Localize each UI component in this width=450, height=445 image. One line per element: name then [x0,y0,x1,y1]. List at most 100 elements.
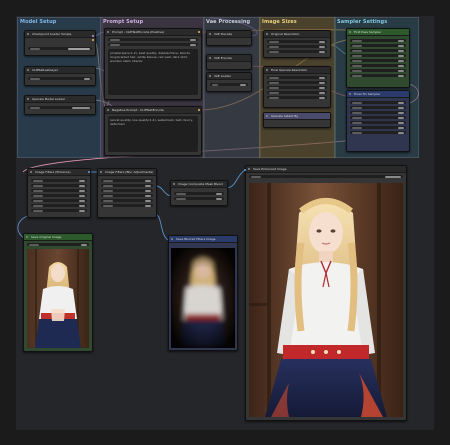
node-title: Upscale Model Loader [32,97,66,101]
blur-radius-widget[interactable] [101,199,153,202]
socket-model-out[interactable] [92,35,94,37]
node-negative-prompt[interactable]: Negative Prompt - CLIPTextEncode (worst … [104,106,202,156]
socket-image-out[interactable] [88,171,90,173]
edge-widget[interactable] [31,209,87,212]
hires-control-widget[interactable] [350,106,406,109]
blurred-image-preview [171,248,235,348]
positive-prompt-textarea[interactable]: (masterpiece:1.2), best quality, detaile… [108,49,198,95]
node-image-filters-enhance[interactable]: Image Filters (Enhance) [27,168,91,218]
clip-layer-widget[interactable] [28,77,92,80]
group-title: Sampler Settings [337,19,388,25]
node-title: Checkpoint Loader Simple [32,32,72,36]
portrait-large-svg [249,183,403,417]
node-image-composite-blend[interactable]: Image Composite Mask Blend [170,180,228,206]
node-title: Negative Prompt - CLIPTextEncode [112,108,164,112]
blend-mode-widget[interactable] [174,197,224,200]
node-title: CLIPSetLastLayer [32,68,58,72]
denoise-widget[interactable] [350,69,406,72]
node-first-pass-sampler[interactable]: First Pass Sampler [346,28,410,88]
clip-input-widget-2[interactable] [108,43,198,46]
upscale-height-widget[interactable] [267,81,327,84]
node-save-enhanced-image[interactable]: Save Enhanced Image [245,165,407,421]
hires-sampler-widget[interactable] [350,121,406,124]
group-title: Prompt Setup [103,19,144,25]
control-widget[interactable] [350,44,406,47]
node-graph-canvas[interactable]: Model Setup Prompt Setup Vae Processing … [0,0,450,445]
method-widget[interactable] [267,91,327,94]
node-title: VAE Encode [214,56,232,60]
node-vae-loader[interactable]: VAE Loader [206,72,252,92]
node-save-original-image[interactable]: Save Original Image [23,233,93,352]
node-positive-prompt[interactable]: Prompt - CLIPTextEncode (Positive) (mast… [104,28,202,100]
node-title: Final Upscale Resolution [271,68,308,72]
save-orig-prefix-widget[interactable] [27,243,89,246]
height-widget[interactable] [267,45,327,48]
saturation-widget[interactable] [31,189,87,192]
node-title: Original Resolution [271,32,300,36]
clip-input-widget[interactable] [108,38,198,41]
hires-denoise-widget[interactable] [350,131,406,134]
upscale-width-widget[interactable] [267,76,327,79]
node-title: Prompt - CLIPTextEncode (Positive) [112,30,165,34]
hires-steps-widget[interactable] [350,111,406,114]
node-upscale-latent-by[interactable]: Upscale Latent By [263,112,331,128]
group-title: Vae Processing [206,19,251,25]
socket-neg-out[interactable] [198,109,200,111]
node-clip-set-last-layer[interactable]: CLIPSetLastLayer [24,66,96,86]
blur-brightness-widget[interactable] [101,179,153,182]
blur-gaussian-widget[interactable] [101,204,153,207]
node-vae-decode[interactable]: VAE Decode [206,30,252,46]
seed-widget[interactable] [350,39,406,42]
vae-name-widget[interactable] [210,83,248,86]
blur-widget[interactable] [31,199,87,202]
node-hires-fix-sampler[interactable]: Hires Fix Sampler [346,90,410,152]
node-title: Image Composite Mask Blend [178,182,223,186]
width-widget[interactable] [267,40,327,43]
group-title: Image Sizes [262,19,297,25]
crop-widget[interactable] [267,86,327,89]
negative-prompt-textarea[interactable]: (worst quality, low quality:1.4), waterm… [108,116,198,152]
node-image-filters-blur[interactable]: Image Filters (Blur Adjustments) [97,168,157,218]
node-title: Image Filters (Enhance) [35,170,71,174]
node-title: Upscale Latent By [271,114,299,118]
socket-image-in[interactable] [244,169,246,171]
node-save-blurred-image[interactable]: Save Blurred Filters Image [168,235,238,351]
wire-img-4 [225,169,246,189]
cfg-widget[interactable] [350,54,406,57]
node-upscale-model-loader[interactable]: Upscale Model Loader [24,95,96,115]
scale-widget[interactable] [267,96,327,99]
batch-widget[interactable] [267,50,327,53]
preview-widget[interactable] [350,74,406,77]
node-title: Save Original Image [31,235,62,239]
socket-clip-out[interactable] [92,39,94,41]
hires-seed-widget[interactable] [350,101,406,104]
node-title: Save Blurred Filters Image [176,237,216,241]
socket-cond-out[interactable] [198,31,200,33]
blend-factor-widget[interactable] [174,192,224,195]
node-original-resolution[interactable]: Original Resolution [263,30,331,58]
hires-cfg-widget[interactable] [350,116,406,119]
node-final-upscale-resolution[interactable]: Final Upscale Resolution [263,66,331,108]
node-title: Save Enhanced Image [253,167,287,171]
steps-widget[interactable] [350,49,406,52]
node-checkpoint-loader[interactable]: Checkpoint Loader Simple [24,30,96,56]
node-title: Hires Fix Sampler [354,92,381,96]
blur-contrast-widget[interactable] [101,184,153,187]
sharpness-widget[interactable] [31,194,87,197]
blur-saturation-widget[interactable] [101,189,153,192]
node-title: VAE Loader [214,74,232,78]
hires-scheduler-widget[interactable] [350,126,406,129]
wire-img-3 [155,214,169,241]
gaussian-widget[interactable] [31,204,87,207]
filename-prefix-widget[interactable] [249,175,403,178]
node-vae-encode[interactable]: VAE Encode [206,54,252,70]
ckpt-name-widget[interactable] [28,47,92,50]
contrast-widget[interactable] [31,184,87,187]
node-title: Image Filters (Blur Adjustments) [105,170,154,174]
brightness-widget[interactable] [31,179,87,182]
model-name-widget[interactable] [28,106,92,109]
scheduler-widget[interactable] [350,64,406,67]
group-title: Model Setup [20,19,57,25]
sampler-widget[interactable] [350,59,406,62]
blur-sharpness-widget[interactable] [101,194,153,197]
